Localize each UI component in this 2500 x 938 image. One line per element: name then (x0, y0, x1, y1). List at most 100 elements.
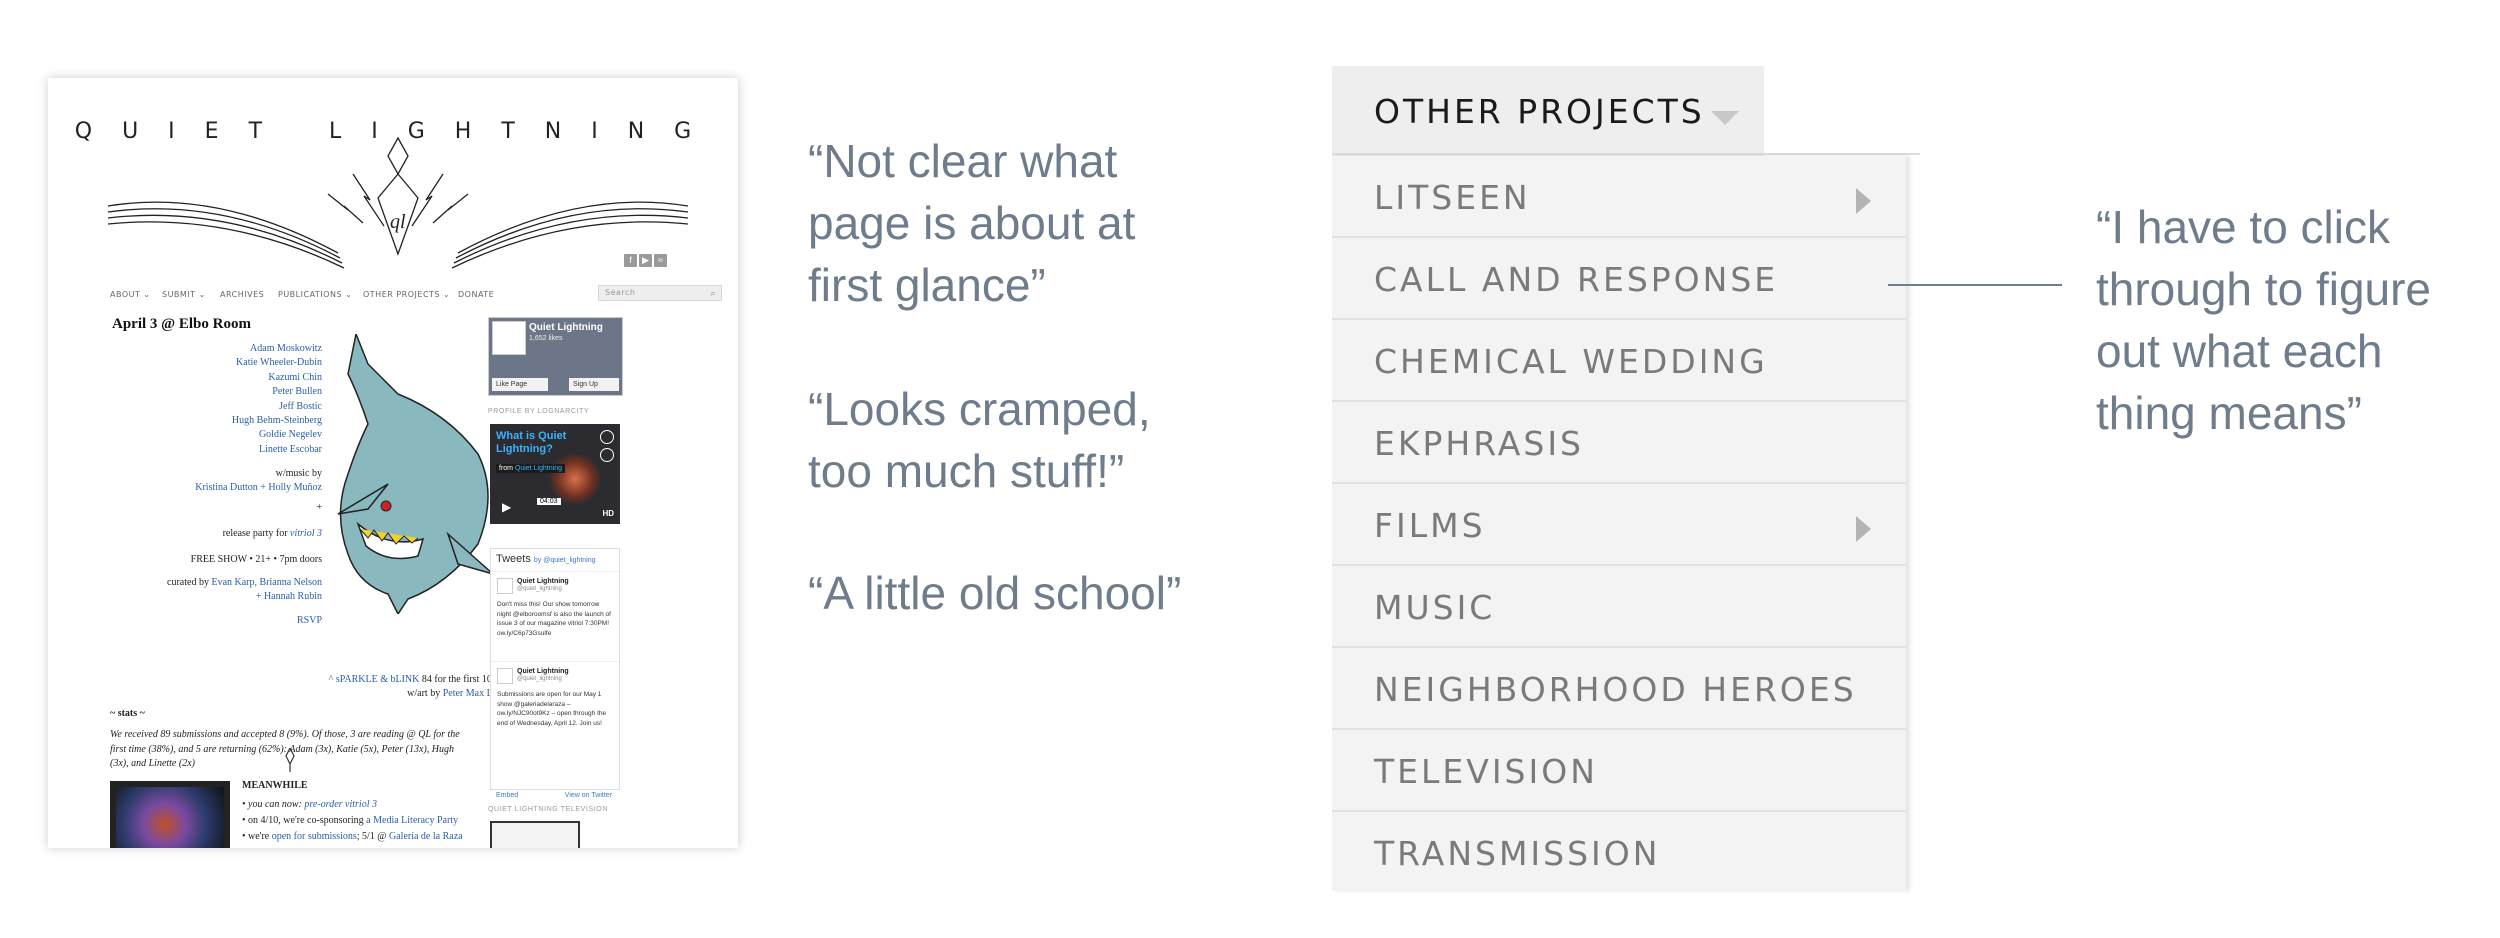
menu-item-label: FILMS (1374, 506, 1486, 545)
artist-link[interactable]: Jeff Bostic (188, 400, 322, 414)
chevron-down-icon (1711, 111, 1739, 125)
menu-item-label: MUSIC (1374, 588, 1496, 627)
meanwhile-section: MEANWHILE • you can now: pre-order vitri… (242, 780, 463, 845)
video-duration: 04:03 (537, 498, 561, 505)
menu-item-call-and-response[interactable]: CALL AND RESPONSE (1332, 238, 1906, 320)
tweet-text: Don't miss this! Our show tomorrow night… (497, 601, 611, 637)
ql-small-logo-icon (280, 746, 300, 772)
sparkle-link[interactable]: ^ sPARKLE & bLINK (329, 674, 420, 685)
avatar (497, 668, 513, 684)
video-title[interactable]: What is Quiet Lightning? (496, 430, 574, 456)
embed-link[interactable]: Embed (496, 792, 518, 799)
artist-link[interactable]: Kazumi Chin (188, 371, 322, 385)
menu-item-ekphrasis[interactable]: EKPHRASIS (1332, 402, 1906, 484)
artist-list: Adam Moskowitz Katie Wheeler-Dubin Kazum… (188, 342, 322, 457)
media-party-link[interactable]: a Media Literacy Party (366, 815, 458, 826)
menu-item-neighborhood-heroes[interactable]: NEIGHBORHOOD HEROES (1332, 648, 1906, 730)
play-icon[interactable]: ▶ (502, 500, 511, 514)
video-embed[interactable]: What is Quiet Lightning? from Quiet Ligh… (490, 424, 620, 524)
music-label: w/music by (275, 468, 322, 479)
menu-item-label: CALL AND RESPONSE (1374, 260, 1779, 299)
menu-item-label: TRANSMISSION (1374, 834, 1661, 873)
meanwhile-heading: MEANWHILE (242, 780, 308, 791)
menu-divider (1332, 153, 1920, 155)
nav-submit[interactable]: SUBMIT ⌄ (162, 290, 206, 299)
chevron-right-icon (1856, 516, 1871, 542)
view-on-twitter-link[interactable]: View on Twitter (565, 792, 612, 799)
facebook-page-name: Quiet Lightning (529, 322, 603, 333)
menu-item-label: TELEVISION (1374, 752, 1598, 791)
youtube-icon[interactable]: ▶ (639, 254, 652, 267)
video-byline: from Quiet Lightning (496, 464, 566, 473)
tweet-author: Quiet Lightning (517, 668, 569, 675)
stats-heading: ~ stats ~ (110, 708, 145, 719)
menu-item-label: CHEMICAL WEDDING (1374, 342, 1768, 381)
tweet-author: Quiet Lightning (517, 578, 569, 585)
clock-icon[interactable] (600, 430, 614, 444)
nav-archives[interactable]: ARCHIVES (220, 290, 264, 299)
clock-icon[interactable] (600, 448, 614, 462)
rsvp-link[interactable]: RSVP (48, 615, 322, 626)
site-nav: ABOUT ⌄ SUBMIT ⌄ ARCHIVES PUBLICATIONS ⌄… (110, 282, 722, 308)
facebook-signup-button[interactable]: Sign Up (569, 378, 619, 391)
curators-link-2[interactable]: + Hannah Rubin (48, 591, 322, 602)
website-screenshot: ql QUIET LIGHTNING f ▶ ≈ ABOUT ⌄ SUBMIT ⌄ … (48, 78, 738, 848)
tweet[interactable]: Quiet Lightning @quiet_lightning Submiss… (491, 661, 619, 750)
tweets-heading: Tweets by @quiet_lightning (496, 553, 596, 565)
vitriol-link[interactable]: vitriol 3 (290, 528, 322, 539)
social-icons: f ▶ ≈ (624, 250, 669, 268)
facebook-widget[interactable]: Quiet Lightning 1,652 likes Like Page Si… (488, 317, 623, 396)
menu-item-label: LITSEEN (1374, 178, 1531, 217)
site-header: ql QUIET LIGHTNING (48, 78, 738, 278)
curators-link[interactable]: Evan Karp, Brianna Nelson (211, 577, 322, 588)
nav-donate[interactable]: DONATE (458, 290, 494, 299)
menu-item-litseen[interactable]: LITSEEN (1332, 156, 1906, 238)
hd-badge[interactable]: HD (602, 509, 614, 518)
submissions-link[interactable]: open for submissions (272, 831, 357, 842)
galeria-link[interactable]: Galería de la Raza (389, 831, 463, 842)
nav-about[interactable]: ABOUT ⌄ (110, 290, 151, 299)
list-item: • on 4/10, we're co-sponsoring a Media L… (242, 815, 459, 826)
facebook-likes: 1,652 likes (529, 335, 563, 342)
artist-link[interactable]: Goldie Negelev (188, 428, 322, 442)
plus-sign: + (316, 502, 322, 513)
artist-link[interactable]: Katie Wheeler-Dubin (188, 356, 322, 370)
artist-link[interactable]: Adam Moskowitz (188, 342, 322, 356)
music-names[interactable]: Kristina Dutton + Holly Muñoz (48, 482, 322, 493)
show-info: FREE SHOW • 21+ • 7pm doors (190, 554, 322, 565)
menu-item-music[interactable]: MUSIC (1332, 566, 1906, 648)
post-title: April 3 @ Elbo Room (112, 316, 251, 332)
rss-icon[interactable]: ≈ (654, 254, 667, 267)
artist-link[interactable]: Peter Bullen (188, 385, 322, 399)
menu-item-chemical-wedding[interactable]: CHEMICAL WEDDING (1332, 320, 1906, 402)
other-projects-menu-button[interactable]: OTHER PROJECTS (1332, 66, 1764, 156)
art-credit: w/art by Peter Max Lawrence (407, 688, 526, 699)
chevron-right-icon (1856, 188, 1871, 214)
tv-label: QUIET LIGHTNING TELEVISION (488, 806, 608, 813)
menu-item-transmission[interactable]: TRANSMISSION (1332, 812, 1906, 891)
quiet-lightning-logo[interactable]: ql QUIET LIGHTNING (48, 78, 738, 278)
svg-text:QUIET LIGHTNING: QUIET LIGHTNING (75, 119, 721, 144)
avatar (497, 578, 513, 594)
tweets-handle-link[interactable]: by @quiet_lightning (534, 557, 596, 564)
vitriol-cover-image[interactable] (110, 781, 230, 848)
artist-link[interactable]: Hugh Behm-Steinberg (188, 414, 322, 428)
menu-item-label: EKPHRASIS (1374, 424, 1584, 463)
facebook-icon[interactable]: f (624, 254, 637, 267)
tweet[interactable]: Quiet Lightning @quiet_lightning Don't m… (491, 571, 619, 662)
nav-publications[interactable]: PUBLICATIONS ⌄ (278, 290, 352, 299)
facebook-like-button[interactable]: Like Page (492, 378, 548, 391)
curated-line: curated by Evan Karp, Brianna Nelson (167, 577, 322, 588)
site-search-input[interactable]: Search ⌕ (598, 285, 722, 301)
nav-other-projects[interactable]: OTHER PROJECTS ⌄ (363, 290, 450, 299)
menu-item-films[interactable]: FILMS (1332, 484, 1906, 566)
list-item: • we're open for submissions; 5/1 @ Gale… (242, 831, 463, 842)
menu-item-label: NEIGHBORHOOD HEROES (1374, 670, 1857, 709)
preorder-link[interactable]: pre-order vitriol 3 (304, 799, 377, 810)
list-item: • you can now: pre-order vitriol 3 (242, 799, 377, 810)
artist-link[interactable]: Linette Escobar (188, 443, 322, 457)
release-line: release party for vitriol 3 (222, 528, 322, 539)
shark-illustration (328, 331, 510, 616)
menu-item-television[interactable]: TELEVISION (1332, 730, 1906, 812)
tv-thumbnail[interactable] (490, 821, 580, 848)
